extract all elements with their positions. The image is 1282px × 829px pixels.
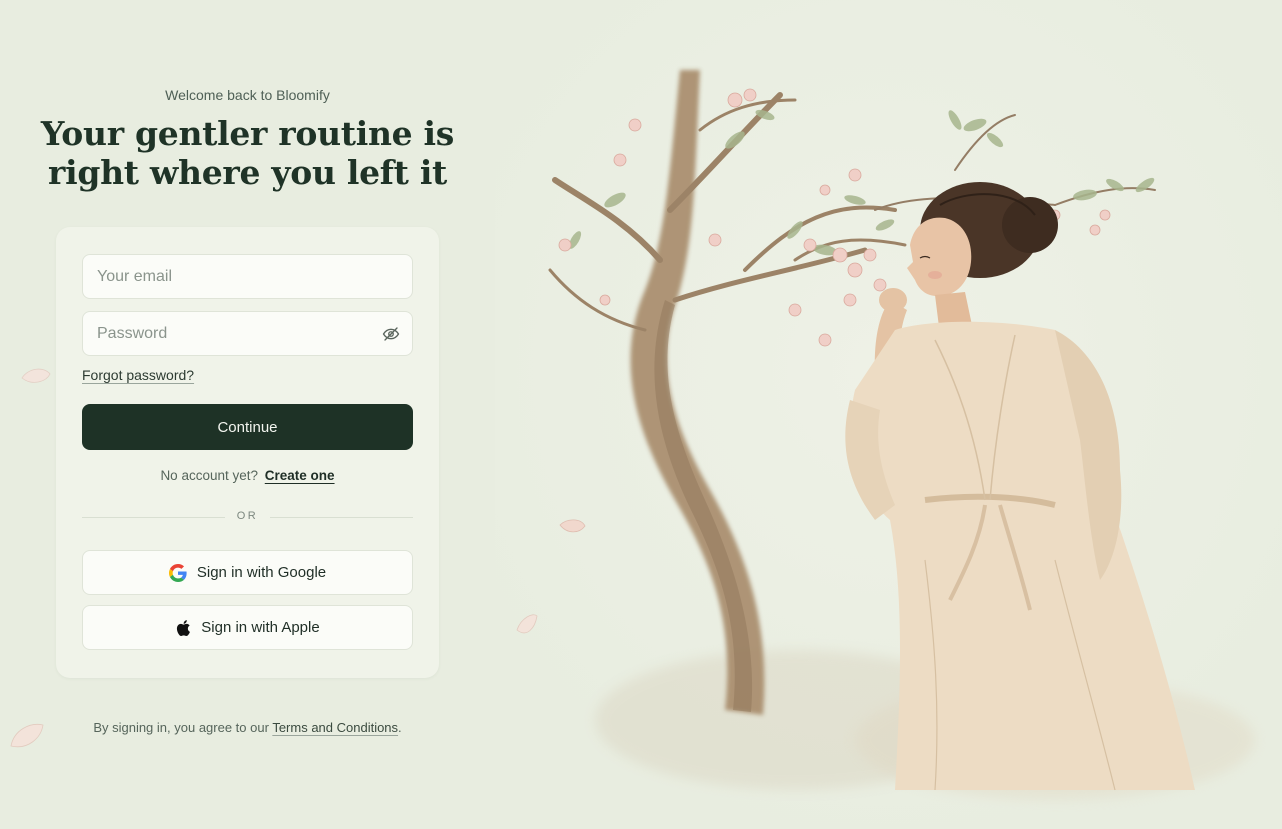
password-input[interactable] bbox=[83, 312, 412, 355]
page-title-line-2: right where you left it bbox=[48, 153, 447, 192]
petal-decoration bbox=[10, 723, 44, 748]
no-account-text: No account yet? bbox=[160, 468, 258, 483]
sign-in-panel: Welcome back to Bloomify Your gentler ro… bbox=[0, 0, 495, 824]
page-title-line-1: Your gentler routine is bbox=[40, 114, 455, 153]
create-account-link[interactable]: Create one bbox=[265, 468, 335, 483]
divider-line-right bbox=[270, 517, 413, 518]
illustration-woman-blossom-tree bbox=[495, 0, 1282, 824]
continue-button[interactable]: Continue bbox=[82, 404, 413, 450]
google-icon bbox=[168, 563, 187, 582]
terms-suffix: . bbox=[398, 720, 402, 735]
apple-icon bbox=[175, 619, 191, 637]
terms-notice: By signing in, you agree to our Terms an… bbox=[0, 720, 495, 735]
sign-in-card: Forgot password? Continue No account yet… bbox=[56, 227, 439, 678]
email-input[interactable] bbox=[83, 255, 412, 298]
google-sign-in-button[interactable]: Sign in with Google bbox=[82, 550, 413, 595]
welcome-text: Welcome back to Bloomify bbox=[165, 87, 330, 103]
google-button-label: Sign in with Google bbox=[196, 564, 327, 581]
password-field bbox=[82, 311, 413, 356]
terms-link[interactable]: Terms and Conditions bbox=[272, 720, 398, 735]
eye-off-icon[interactable] bbox=[382, 325, 400, 343]
forgot-password-link[interactable]: Forgot password? bbox=[82, 367, 194, 383]
terms-prefix: By signing in, you agree to our bbox=[93, 720, 269, 735]
apple-button-label: Sign in with Apple bbox=[201, 619, 320, 636]
apple-sign-in-button[interactable]: Sign in with Apple bbox=[82, 605, 413, 650]
or-divider: OR bbox=[82, 510, 413, 524]
page-title: Your gentler routine is right where you … bbox=[0, 114, 495, 192]
no-account-row: No account yet? Create one bbox=[56, 468, 439, 483]
email-field bbox=[82, 254, 413, 299]
divider-label: OR bbox=[236, 510, 259, 522]
petal-decoration bbox=[21, 368, 51, 383]
